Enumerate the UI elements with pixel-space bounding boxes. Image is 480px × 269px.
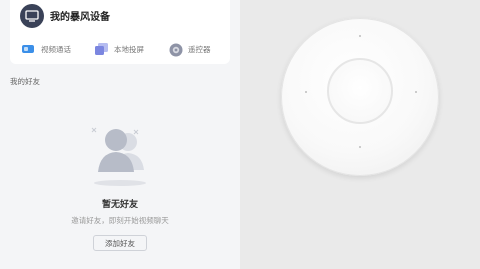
local-cast-icon bbox=[95, 43, 108, 55]
empty-description: 邀请好友，即刻开始视频聊天 bbox=[71, 216, 169, 225]
empty-friends-icon bbox=[86, 120, 154, 190]
add-friend-button[interactable]: 添加好友 bbox=[93, 235, 147, 251]
friends-section-label: 我的好友 bbox=[10, 77, 40, 86]
left-panel: 我的暴风设备 视频通话 本地投屏 遥控器 我的好友 暂无好友 邀请好友，即刻开始… bbox=[0, 0, 240, 269]
device-preview-panel bbox=[240, 0, 480, 269]
puck-center-ring bbox=[327, 58, 393, 124]
remote-control-label: 遥控器 bbox=[188, 44, 211, 54]
puck-dot-bottom bbox=[359, 146, 361, 148]
device-puck-image bbox=[281, 18, 439, 176]
remote-control-button[interactable]: 遥控器 bbox=[169, 43, 211, 57]
device-card[interactable]: 我的暴风设备 视频通话 本地投屏 遥控器 bbox=[10, 0, 230, 64]
remote-control-icon bbox=[169, 43, 183, 57]
video-call-icon bbox=[22, 43, 34, 55]
device-title: 我的暴风设备 bbox=[50, 12, 110, 23]
video-call-button[interactable]: 视频通话 bbox=[22, 43, 71, 55]
tv-device-icon bbox=[20, 4, 44, 28]
local-cast-label: 本地投屏 bbox=[114, 44, 144, 54]
puck-dot-right bbox=[415, 91, 417, 93]
local-cast-button[interactable]: 本地投屏 bbox=[95, 43, 144, 55]
puck-dot-left bbox=[305, 91, 307, 93]
video-call-label: 视频通话 bbox=[41, 44, 71, 54]
empty-title: 暂无好友 bbox=[101, 200, 138, 210]
puck-dot-top bbox=[359, 35, 361, 37]
